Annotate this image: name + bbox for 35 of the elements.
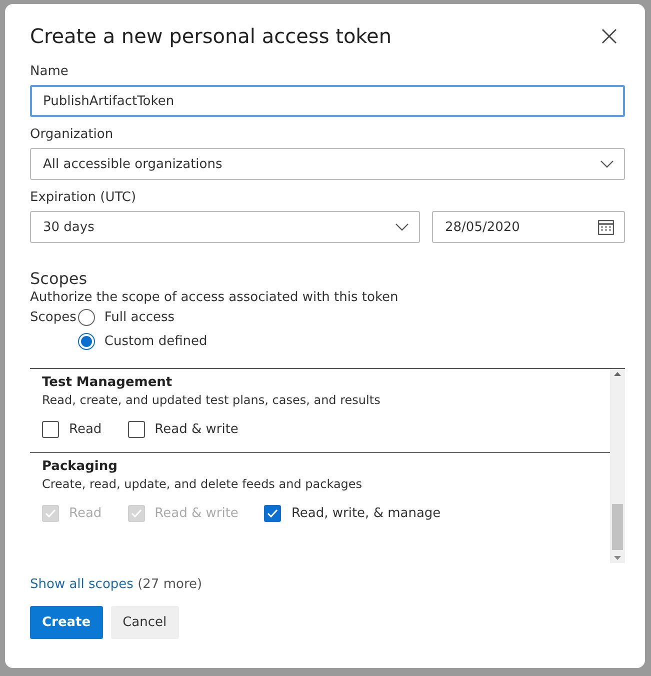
permission-checkbox[interactable]: Read & write [128, 421, 238, 438]
cancel-button[interactable]: Cancel [110, 606, 179, 639]
scroll-up-icon[interactable] [614, 372, 621, 376]
scope-description: Read, create, and updated test plans, cases, and results [42, 393, 382, 407]
expiration-dropdown[interactable]: 30 days [30, 211, 420, 243]
chevron-down-icon [395, 223, 409, 231]
section-heading: Scopes [30, 269, 88, 288]
scope-description: Create, read, update, and delete feeds and packages [42, 477, 364, 491]
section-description: Authorize the scope of access associated with this token [30, 290, 400, 305]
chevron-down-icon [600, 160, 614, 168]
radio-group-label: Scopes [30, 309, 76, 327]
organization-dropdown[interactable]: All accessible organizations [30, 148, 625, 180]
scrollbar[interactable] [610, 369, 625, 563]
create-button[interactable]: Create [30, 606, 103, 639]
scope-title: Test Management [42, 375, 174, 390]
calendar-icon [598, 220, 614, 234]
permission-checkbox[interactable]: Read, write, & manage [264, 505, 441, 522]
radio-option[interactable]: Full access [78, 309, 208, 326]
scrollbar-thumb[interactable] [612, 504, 623, 550]
check-icon [267, 509, 278, 518]
check-icon [130, 509, 142, 518]
field-label: Organization [30, 127, 114, 142]
permission-checkbox[interactable]: Read [42, 421, 102, 438]
scope-title: Packaging [42, 459, 118, 474]
field-label: Name [30, 64, 70, 79]
check-icon [45, 509, 56, 518]
dialog-title: Create a new personal access token [30, 24, 392, 48]
field-label: Expiration (UTC) [30, 190, 138, 205]
date-input-field[interactable]: 28/05/2020 [432, 211, 625, 243]
name-input-field[interactable]: PublishArtifactToken [30, 85, 625, 117]
scroll-down-icon[interactable] [614, 556, 621, 560]
show-all-scopes-link[interactable]: Show all scopes [30, 577, 134, 592]
close-button[interactable]: × [594, 22, 625, 50]
scope-count: (27 more) [138, 577, 202, 592]
radio-option[interactable]: Custom defined [78, 333, 208, 350]
